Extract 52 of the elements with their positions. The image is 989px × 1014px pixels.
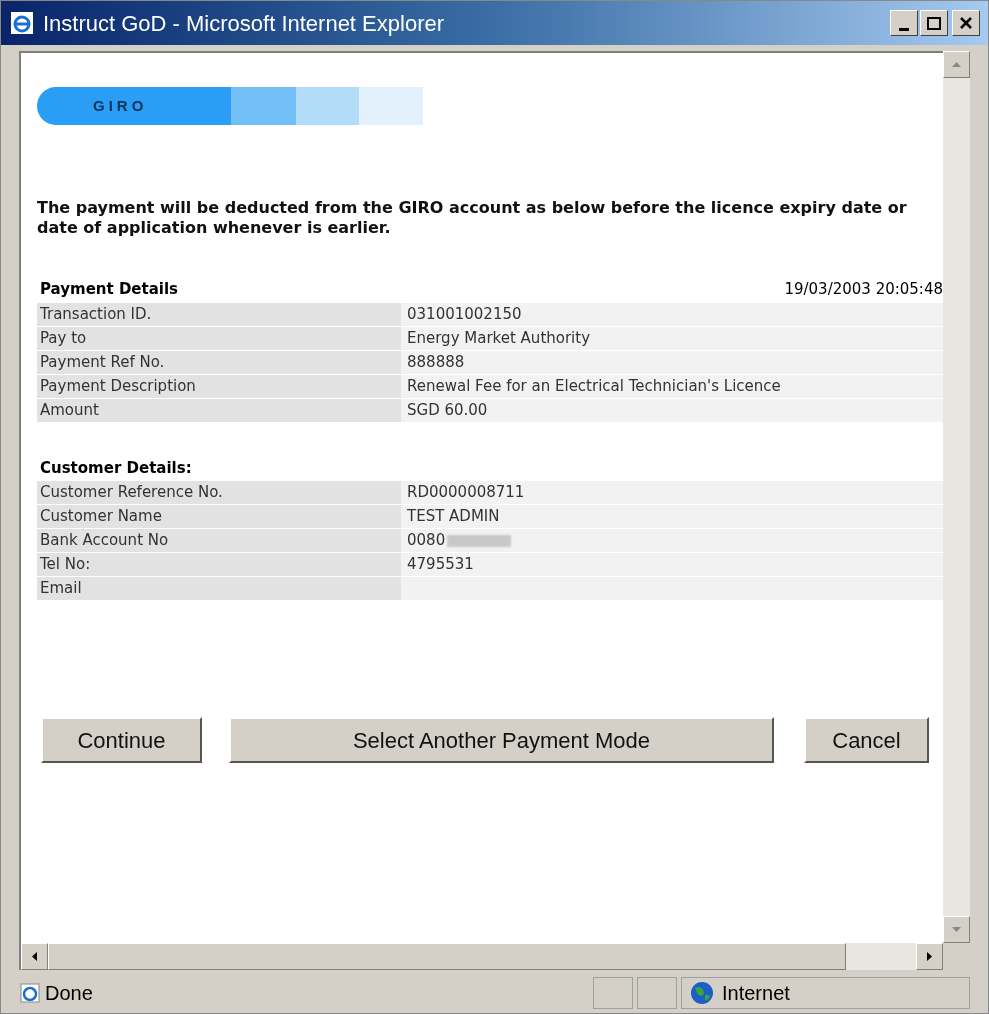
status-pane — [593, 977, 633, 1009]
section-heading: Customer Details: — [39, 457, 193, 479]
down-arrow-icon — [952, 927, 961, 932]
browser-icon — [9, 10, 35, 36]
status-pane — [637, 977, 677, 1009]
field-label: Payment Description — [37, 374, 401, 398]
scroll-up-button[interactable] — [943, 51, 970, 78]
close-button[interactable] — [952, 10, 980, 36]
left-arrow-icon — [32, 952, 37, 961]
field-label: Customer Name — [37, 505, 401, 528]
section-heading: Payment Details — [39, 279, 179, 300]
field-label: Transaction ID. — [37, 302, 401, 326]
maximize-button[interactable] — [920, 10, 948, 36]
field-value: 4795531 — [407, 554, 474, 576]
status-text: Done — [45, 981, 93, 1006]
page-icon — [19, 982, 41, 1004]
minimize-icon — [899, 28, 909, 31]
field-label: Bank Account No — [37, 529, 401, 552]
action-button[interactable]: Cancel — [804, 717, 929, 763]
progress-step — [296, 87, 359, 125]
right-arrow-icon — [927, 952, 932, 961]
action-button[interactable]: Select Another Payment Mode — [229, 717, 774, 763]
globe-icon — [690, 981, 714, 1005]
field-value: 0080 — [407, 530, 446, 552]
field-value: 031001002150 — [407, 303, 522, 325]
field-value: Energy Market Authority — [407, 327, 591, 349]
vertical-scrollbar[interactable] — [943, 51, 970, 943]
maximize-icon — [927, 16, 941, 30]
minimize-button[interactable] — [890, 10, 918, 36]
field-label: Email — [37, 577, 401, 600]
window-title: Instruct GoD - Microsoft Internet Explorer — [43, 9, 446, 38]
field-value: SGD 60.00 — [407, 399, 488, 421]
field-label: Tel No: — [37, 553, 401, 576]
up-arrow-icon — [952, 62, 961, 67]
field-label: Amount — [37, 398, 401, 422]
zone-text: Internet — [722, 981, 790, 1006]
field-label: Payment Ref No. — [37, 350, 401, 374]
field-value: RD0000008711 — [407, 482, 525, 504]
field-value: TEST ADMIN — [407, 506, 500, 528]
banner-label: GIRO — [93, 95, 148, 116]
timestamp: 19/03/2003 20:05:48 — [784, 279, 943, 300]
field-label: Customer Reference No. — [37, 481, 401, 504]
field-label: Pay to — [37, 326, 401, 350]
scroll-left-button[interactable] — [21, 943, 48, 970]
close-icon — [960, 17, 972, 29]
scroll-down-button[interactable] — [943, 916, 970, 943]
scroll-right-button[interactable] — [916, 943, 943, 970]
field-value: 888888 — [407, 351, 465, 373]
notice-text: The payment will be deducted from the GIRO account as below before the licence expiry date or date of application whenever is earlier. — [37, 198, 908, 238]
progress-step — [359, 87, 423, 125]
field-value: Renewal Fee for an Electrical Technician's Licence — [407, 375, 781, 397]
action-button[interactable]: Continue — [41, 717, 202, 763]
